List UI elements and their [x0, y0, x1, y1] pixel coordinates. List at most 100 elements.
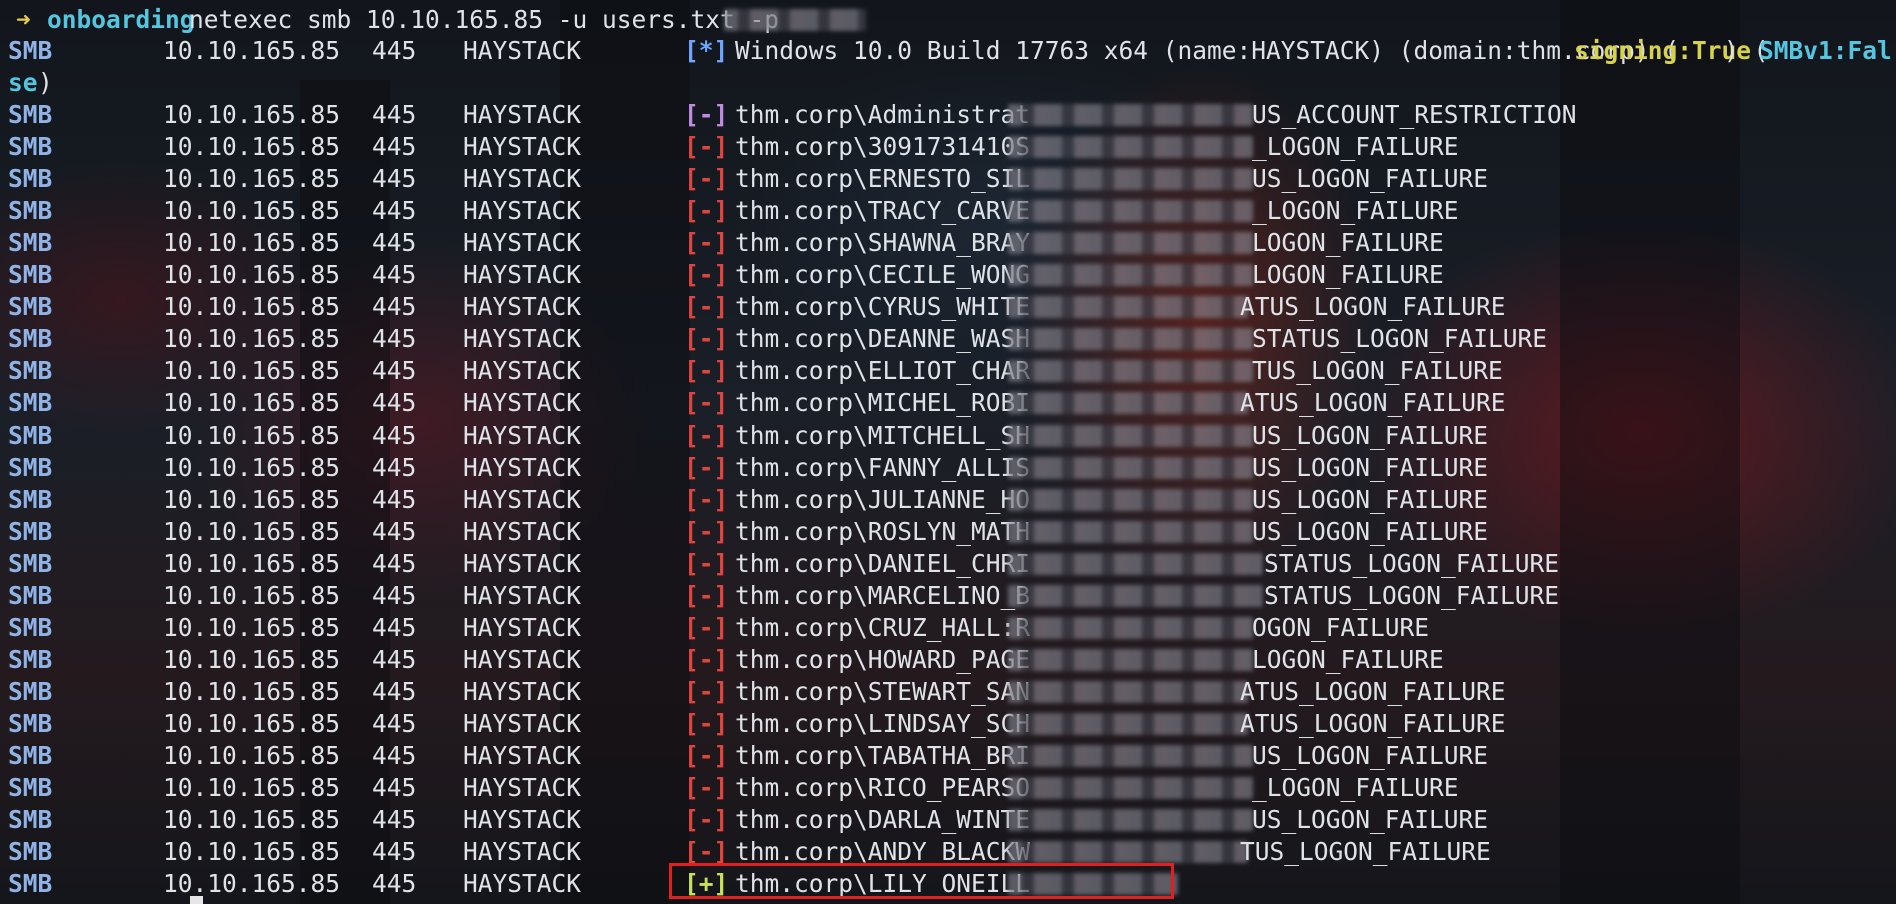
- port: 445: [372, 741, 417, 770]
- redacted-password: [1008, 552, 1263, 575]
- redacted-password: [1008, 520, 1253, 543]
- table-row: SMB 10.10.165.85 445 HAYSTACK [-] thm.corp\TA…: [8, 740, 1888, 772]
- status-badge: [-]: [684, 420, 729, 450]
- hostname: HAYSTACK: [463, 869, 582, 899]
- redacted-password: [1008, 584, 1263, 607]
- redacted-password: [1008, 809, 1253, 832]
- status-badge: [-]: [684, 805, 729, 835]
- result-message: LOGON_FAILURE: [1252, 228, 1444, 258]
- username: thm.corp\TABATHA_BRI: [735, 741, 1031, 770]
- protocol-label: SMB: [8, 292, 53, 322]
- username: thm.corp\CRUZ_HALL:R: [735, 612, 1031, 642]
- table-row: SMB 10.10.165.85 445 HAYSTACK [-] thm.corp\DA…: [8, 548, 1888, 580]
- ip-address: 10.10.165.85: [163, 324, 341, 354]
- table-row: SMB 10.10.165.85 445 HAYSTACK [-] thm.corp\DA…: [8, 804, 1888, 836]
- ip-address: 10.10.165.85: [163, 741, 341, 770]
- ip-address: 10.10.165.85: [163, 260, 341, 290]
- username: thm.corp\FANNY_ALLIS: [735, 452, 1031, 482]
- port: 445: [372, 228, 417, 258]
- port: 445: [372, 708, 417, 738]
- result-message: LOGON_FAILURE: [1252, 644, 1444, 674]
- table-row: SMB 10.10.165.85 445 HAYSTACK [-] thm.corp\DE…: [8, 323, 1888, 355]
- protocol-label: SMB: [8, 580, 53, 610]
- redacted-password: [1008, 392, 1248, 415]
- hostname: HAYSTACK: [463, 292, 582, 322]
- ip-address: 10.10.165.85: [163, 837, 341, 867]
- port: 445: [372, 356, 417, 386]
- port: 445: [372, 516, 417, 546]
- ip-address: 10.10.165.85: [163, 356, 341, 386]
- port: 445: [372, 805, 417, 835]
- redacted-password: [1008, 777, 1253, 800]
- hostname: HAYSTACK: [463, 196, 582, 226]
- ip-address: 10.10.165.85: [163, 132, 341, 162]
- redacted-password: [1008, 488, 1253, 511]
- status-badge: [-]: [684, 100, 729, 129]
- table-row: SMB 10.10.165.85 445 HAYSTACK [-] thm.corp\RI…: [8, 772, 1888, 804]
- result-message: US_LOGON_FAILURE: [1252, 420, 1489, 450]
- redacted-password: [1008, 424, 1253, 447]
- table-row: SMB 10.10.165.85 445 HAYSTACK [-] thm.corp\TR…: [8, 195, 1888, 227]
- status-badge: [-]: [684, 228, 729, 258]
- username: thm.corp\SHAWNA_BRAY: [735, 228, 1031, 258]
- table-row: SMB 10.10.165.85 445 HAYSTACK [-] thm.corp\MA…: [8, 580, 1888, 612]
- result-message: US_LOGON_FAILURE: [1252, 452, 1489, 482]
- redacted-password: [1008, 616, 1253, 639]
- protocol-label: SMB: [8, 36, 53, 65]
- prompt-command: netexec smb 10.10.165.85 -u users.txt -p: [189, 5, 780, 34]
- protocol-label: SMB: [8, 516, 53, 546]
- terminal-cursor: [190, 896, 203, 904]
- table-row: SMB 10.10.165.85 445 HAYSTACK [-] thm.corp\CY…: [8, 291, 1888, 323]
- table-row: SMB 10.10.165.85 445 HAYSTACK [-] thm.corp\HO…: [8, 644, 1888, 676]
- ip-address: 10.10.165.85: [163, 420, 341, 450]
- info-line: SMB 10.10.165.85 445 HAYSTACK [*] Window…: [8, 35, 1892, 67]
- redacted-password: [1008, 104, 1253, 126]
- result-message: US_LOGON_FAILURE: [1252, 164, 1489, 194]
- username: thm.corp\MITCHELL_SH: [735, 420, 1031, 450]
- result-message: US_LOGON_FAILURE: [1252, 805, 1489, 835]
- ip-address: 10.10.165.85: [163, 452, 341, 482]
- port: 445: [372, 164, 417, 194]
- protocol-label: SMB: [8, 388, 53, 418]
- hostname: HAYSTACK: [463, 388, 582, 418]
- protocol-label: SMB: [8, 805, 53, 835]
- username: thm.corp\ELLIOT_CHAR: [735, 356, 1031, 386]
- protocol-label: SMB: [8, 548, 53, 578]
- status-badge: [-]: [684, 708, 729, 738]
- protocol-label: SMB: [8, 356, 53, 386]
- username: thm.corp\JULIANNE_HO: [735, 484, 1031, 514]
- port: 445: [372, 580, 417, 610]
- result-message: ATUS_LOGON_FAILURE: [1240, 292, 1506, 322]
- hostname: HAYSTACK: [463, 741, 582, 770]
- redacted-password: [1008, 360, 1253, 383]
- protocol-label: SMB: [8, 260, 53, 290]
- status-badge: [-]: [684, 196, 729, 226]
- hostname: HAYSTACK: [463, 132, 582, 162]
- status-badge: [-]: [684, 741, 729, 770]
- hostname: HAYSTACK: [463, 228, 582, 258]
- username: thm.corp\3091731410S: [735, 132, 1031, 162]
- protocol-label: SMB: [8, 773, 53, 803]
- table-row: SMB 10.10.165.85 445 HAYSTACK [-] thm.corp\EL…: [8, 355, 1888, 387]
- status-badge: [-]: [684, 773, 729, 803]
- table-row: SMB 10.10.165.85 445 HAYSTACK [-] thm.corp\MI…: [8, 420, 1888, 452]
- port: 445: [372, 132, 417, 162]
- result-message: _LOGON_FAILURE: [1252, 773, 1459, 803]
- os-info: Windows 10.0 Build 17763 x64 (name:HAYST…: [735, 36, 1680, 65]
- username: thm.corp\DARLA_WINTE: [735, 805, 1031, 835]
- success-highlight-box: [669, 863, 1174, 899]
- hostname: HAYSTACK: [463, 324, 582, 354]
- port: 445: [372, 36, 417, 65]
- status-badge: [-]: [684, 164, 729, 194]
- hostname: HAYSTACK: [463, 548, 582, 578]
- port: 445: [372, 773, 417, 803]
- hostname: HAYSTACK: [463, 164, 582, 194]
- status-badge: [-]: [684, 644, 729, 674]
- ip-address: 10.10.165.85: [163, 580, 341, 610]
- username: thm.corp\MICHEL_ROBI: [735, 388, 1031, 418]
- username: thm.corp\CECILE_WONG: [735, 260, 1031, 290]
- table-row: SMB 10.10.165.85 445 HAYSTACK [-] thm.corp\Ad…: [8, 99, 1888, 131]
- table-row: SMB 10.10.165.85 445 HAYSTACK [-] thm.corp\30…: [8, 131, 1888, 163]
- table-row: SMB 10.10.165.85 445 HAYSTACK [-] thm.corp\MI…: [8, 387, 1888, 419]
- ip-address: 10.10.165.85: [163, 644, 341, 674]
